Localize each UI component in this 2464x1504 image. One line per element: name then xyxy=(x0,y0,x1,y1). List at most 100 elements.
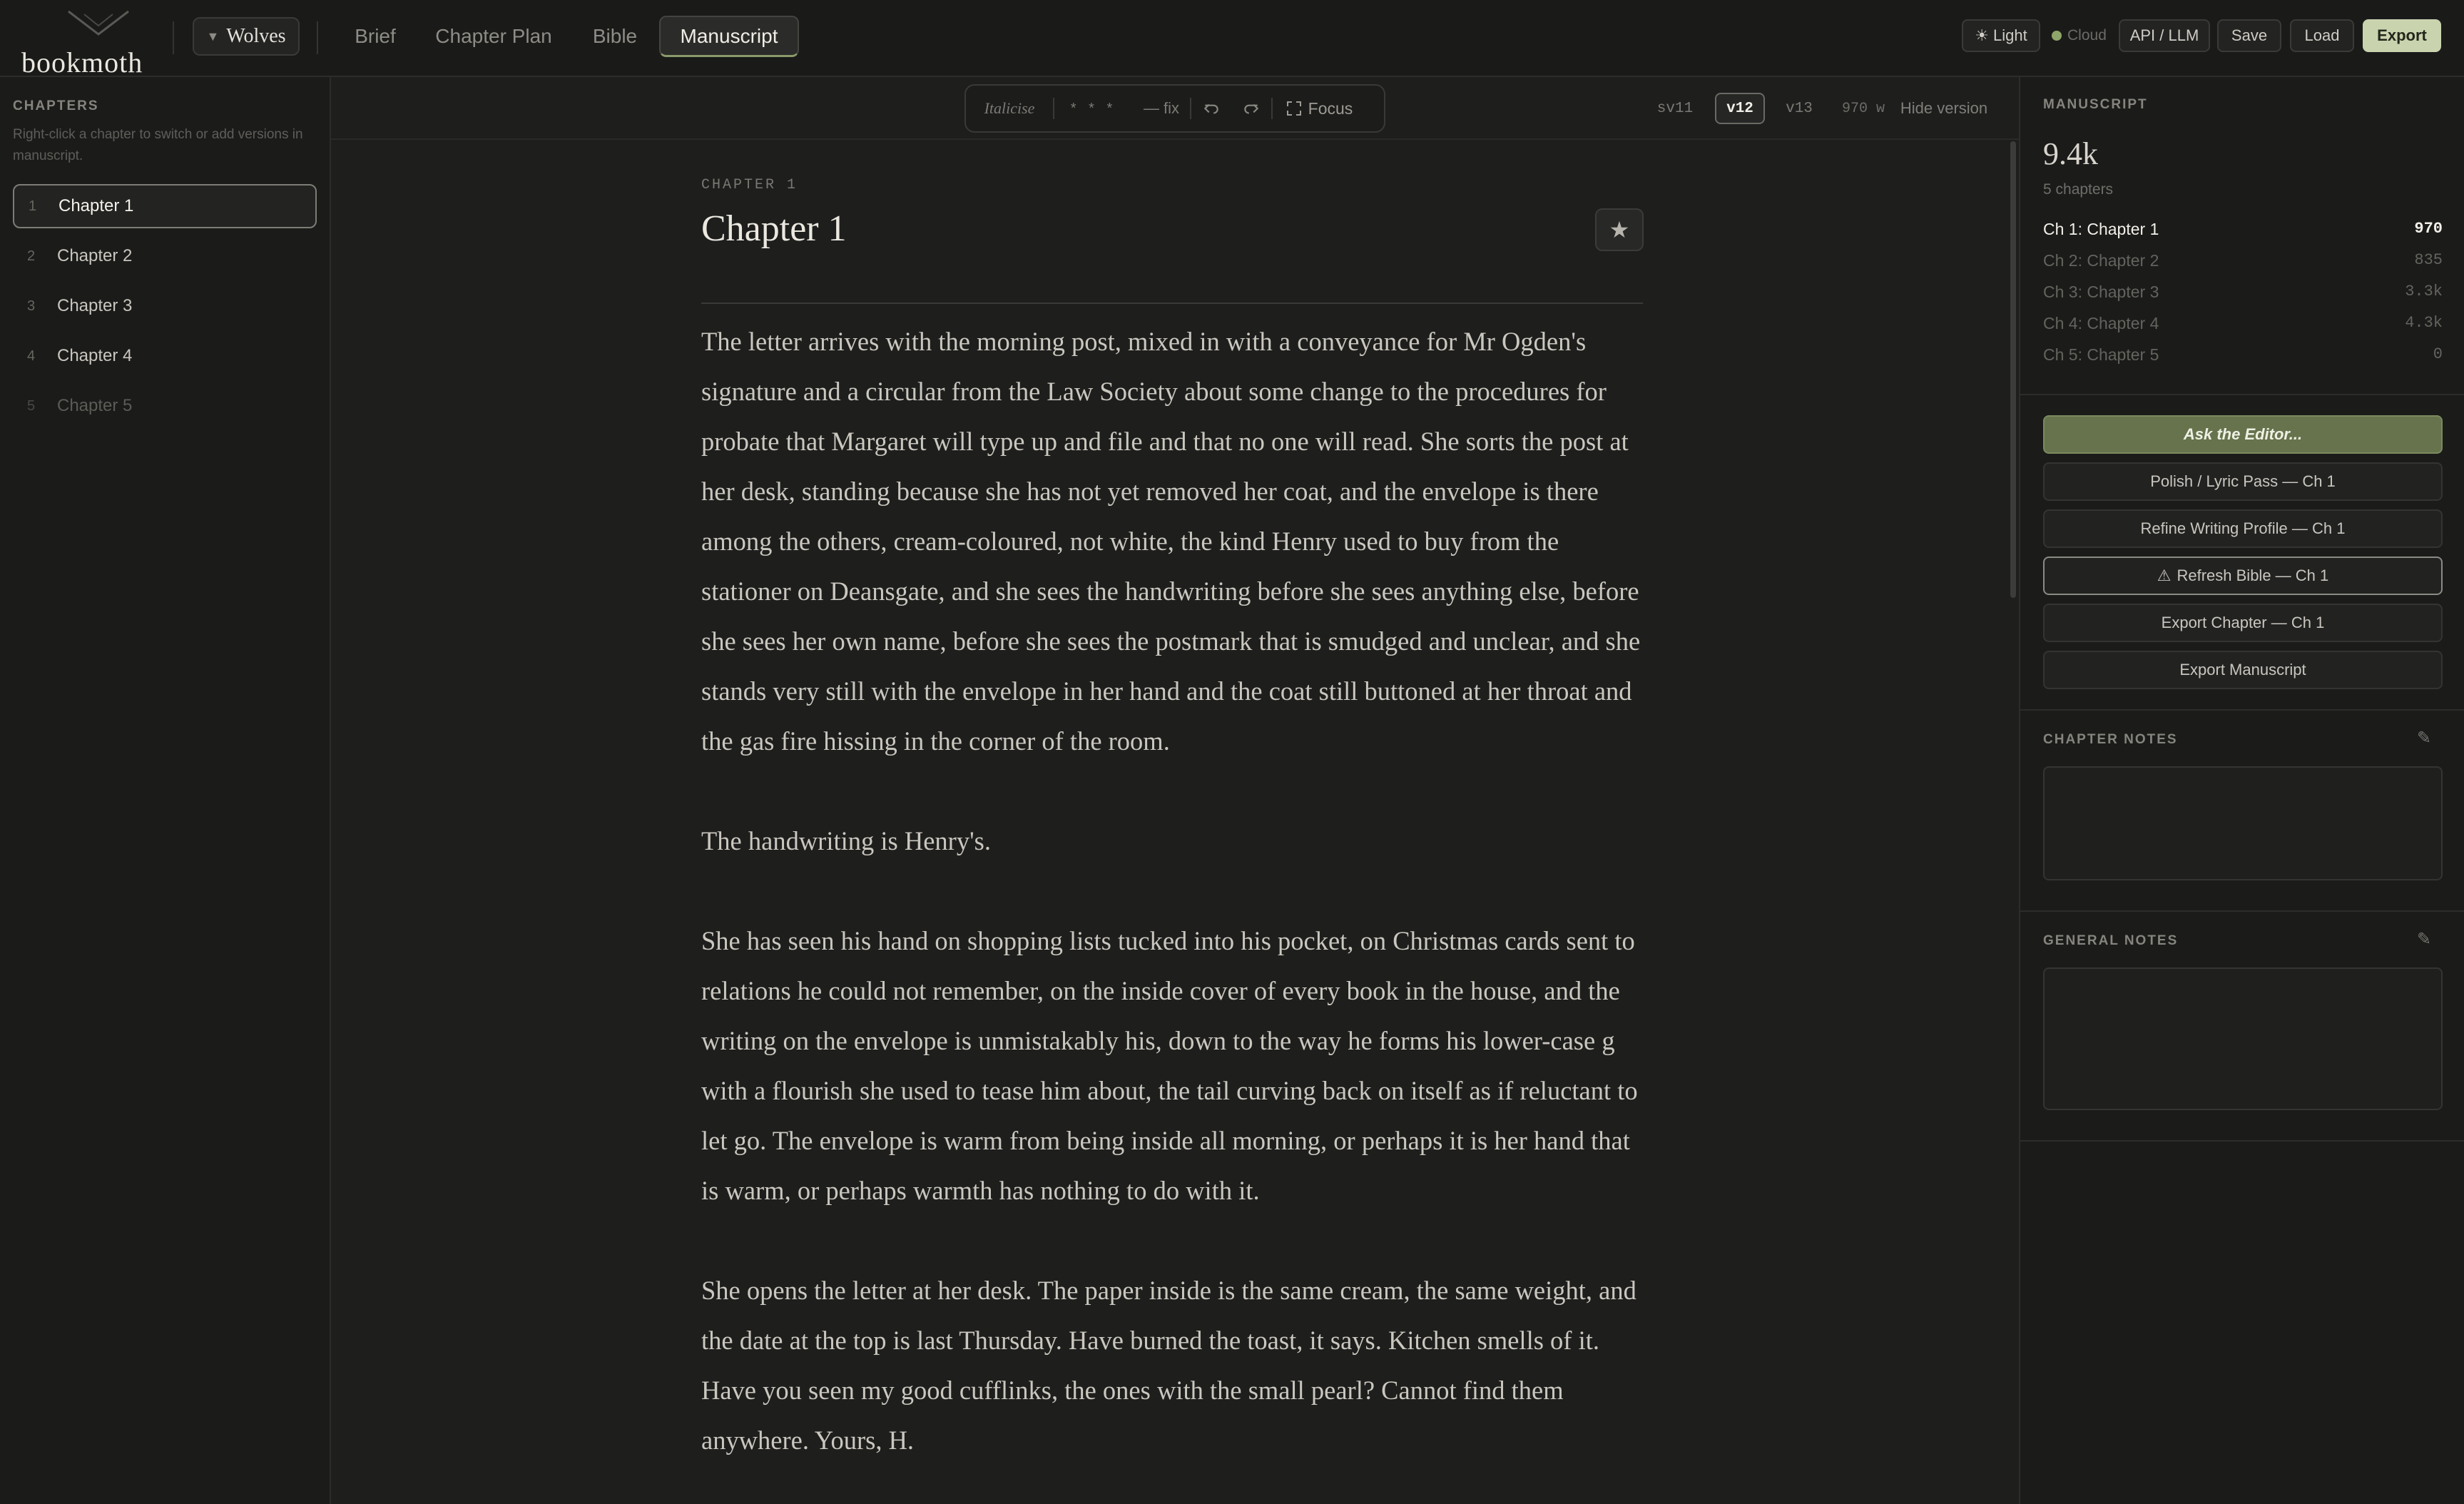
divider xyxy=(173,21,174,54)
logo-mark-icon xyxy=(68,10,129,36)
hide-version-button[interactable]: Hide version xyxy=(1898,93,1990,124)
chapter-stat-label: Ch 4: Chapter 4 xyxy=(2043,314,2159,332)
refresh-bible-button[interactable]: ⚠ Refresh Bible — Ch 1 xyxy=(2043,557,2443,595)
chapter-number: 4 xyxy=(27,347,36,364)
theme-toggle-button[interactable]: ☀ Light xyxy=(1962,19,2040,52)
export-button[interactable]: Export xyxy=(2363,19,2441,52)
polish-pass-button[interactable]: Polish / Lyric Pass — Ch 1 xyxy=(2043,462,2443,501)
app-logo[interactable]: bookmoth xyxy=(16,6,151,78)
redo-button[interactable] xyxy=(1231,84,1271,133)
editor-area: Italicise * * * — fix Focus sv11 v12 v13… xyxy=(331,77,2019,1504)
chapter-notes-title: CHAPTER NOTES xyxy=(2043,732,2178,747)
top-bar: bookmoth ▼ Wolves Brief Chapter Plan Bib… xyxy=(0,0,2464,78)
chapter-stat-label: Ch 2: Chapter 2 xyxy=(2043,251,2159,270)
divider xyxy=(2020,709,2464,711)
refine-profile-button[interactable]: Refine Writing Profile — Ch 1 xyxy=(2043,509,2443,548)
undo-button[interactable] xyxy=(1191,84,1231,133)
sidebar-item-chapter-3[interactable]: 3 Chapter 3 xyxy=(13,284,317,328)
divider xyxy=(2020,910,2464,912)
load-button[interactable]: Load xyxy=(2290,19,2354,52)
chapters-sidebar: CHAPTERS Right-click a chapter to switch… xyxy=(0,77,331,1504)
project-name: Wolves xyxy=(226,25,286,47)
export-chapter-button[interactable]: Export Chapter — Ch 1 xyxy=(2043,604,2443,642)
star-button[interactable]: ★ xyxy=(1595,208,1644,251)
cloud-status[interactable]: Cloud xyxy=(2052,19,2107,52)
total-word-count: 9.4k xyxy=(2043,136,2098,171)
format-toolbar: Italicise * * * — fix Focus xyxy=(964,84,1385,133)
divider xyxy=(2020,1140,2464,1142)
scene-break-button[interactable]: * * * xyxy=(1054,84,1133,133)
star-icon: ★ xyxy=(1609,217,1630,243)
logo-text: bookmoth xyxy=(21,46,143,78)
panel-title: MANUSCRIPT xyxy=(2043,97,2148,112)
editor-scrollbar[interactable] xyxy=(2010,141,2016,598)
chapter-stat-row[interactable]: Ch 3: Chapter 3 3.3k xyxy=(2043,283,2443,302)
cloud-status-label: Cloud xyxy=(2067,27,2107,44)
chapter-stat-value: 970 xyxy=(2414,220,2443,238)
word-count: 970 w xyxy=(1841,100,1885,117)
cloud-status-dot xyxy=(2052,31,2062,41)
focus-button[interactable]: Focus xyxy=(1273,84,1365,133)
api-llm-button[interactable]: API / LLM xyxy=(2119,19,2210,52)
pencil-icon[interactable]: ✎ xyxy=(2417,929,2431,950)
chapter-stat-label: Ch 1: Chapter 1 xyxy=(2043,220,2159,238)
sidebar-title: CHAPTERS xyxy=(13,98,99,113)
paragraph[interactable]: She opens the letter at her desk. The pa… xyxy=(701,1266,1650,1465)
version-v12[interactable]: v12 xyxy=(1715,93,1765,124)
chapter-label: Chapter 3 xyxy=(57,296,133,315)
chapter-number: 2 xyxy=(27,248,36,264)
italicise-button[interactable]: Italicise xyxy=(966,84,1053,133)
chapter-number: 5 xyxy=(27,397,36,414)
chapter-number: 3 xyxy=(27,298,36,314)
paragraph[interactable]: The letter arrives with the morning post… xyxy=(701,317,1650,766)
chapter-stat-row[interactable]: Ch 2: Chapter 2 835 xyxy=(2043,251,2443,270)
version-sv11[interactable]: sv11 xyxy=(1652,93,1698,124)
editor-toolbar: Italicise * * * — fix Focus sv11 v12 v13… xyxy=(331,77,2019,140)
tab-chapter-plan[interactable]: Chapter Plan xyxy=(424,16,564,57)
chapter-label: Chapter 5 xyxy=(57,396,133,415)
paragraph[interactable]: The handwriting is Henry's. xyxy=(701,816,1650,866)
manuscript-text[interactable]: The letter arrives with the morning post… xyxy=(701,317,1650,1504)
chapter-title[interactable]: Chapter 1 xyxy=(701,208,1643,250)
chapter-stat-label: Ch 5: Chapter 5 xyxy=(2043,345,2159,364)
tab-manuscript[interactable]: Manuscript xyxy=(659,16,799,57)
manuscript-page: CHAPTER 1 Chapter 1 ★ xyxy=(701,177,1644,304)
chapter-stat-row[interactable]: Ch 5: Chapter 5 0 xyxy=(2043,345,2443,365)
general-notes-field[interactable] xyxy=(2043,967,2443,1110)
chapter-stat-row[interactable]: Ch 1: Chapter 1 970 xyxy=(2043,220,2443,239)
sun-icon: ☀ xyxy=(1975,26,1989,44)
pencil-icon[interactable]: ✎ xyxy=(2417,728,2431,748)
chapter-stat-value: 4.3k xyxy=(2405,314,2443,332)
sidebar-item-chapter-2[interactable]: 2 Chapter 2 xyxy=(13,234,317,278)
focus-label: Focus xyxy=(1308,98,1353,118)
export-manuscript-button[interactable]: Export Manuscript xyxy=(2043,651,2443,689)
sidebar-item-chapter-4[interactable]: 4 Chapter 4 xyxy=(13,334,317,378)
app-root: bookmoth ▼ Wolves Brief Chapter Plan Bib… xyxy=(0,0,2464,1504)
version-v13[interactable]: v13 xyxy=(1779,93,1819,124)
paragraph[interactable]: She has seen his hand on shopping lists … xyxy=(701,916,1650,1216)
sidebar-hint: Right-click a chapter to switch or add v… xyxy=(13,127,303,163)
project-switcher[interactable]: ▼ Wolves xyxy=(193,17,300,56)
sidebar-item-chapter-1[interactable]: 1 Chapter 1 xyxy=(13,184,317,228)
divider xyxy=(2020,394,2464,395)
chapter-stat-row[interactable]: Ch 4: Chapter 4 4.3k xyxy=(2043,314,2443,333)
general-notes-title: GENERAL NOTES xyxy=(2043,933,2179,948)
chapter-number: 1 xyxy=(29,198,37,214)
tab-brief[interactable]: Brief xyxy=(341,16,409,57)
theme-toggle-label: Light xyxy=(1993,26,2027,44)
chapter-stat-value: 0 xyxy=(2433,345,2443,363)
chapter-label: Chapter 4 xyxy=(57,346,133,365)
chapter-stat-label: Ch 3: Chapter 3 xyxy=(2043,283,2159,301)
save-button[interactable]: Save xyxy=(2217,19,2281,52)
title-divider xyxy=(701,303,1643,304)
chapter-notes-field[interactable] xyxy=(2043,766,2443,880)
chapter-label: Chapter 1 xyxy=(58,196,134,215)
ask-editor-button[interactable]: Ask the Editor... xyxy=(2043,415,2443,454)
chapter-stat-value: 3.3k xyxy=(2405,283,2443,300)
chapter-label: Chapter 2 xyxy=(57,246,133,265)
chapter-kicker: CHAPTER 1 xyxy=(701,177,798,193)
sidebar-item-chapter-5[interactable]: 5 Chapter 5 xyxy=(13,384,317,428)
dash-fix-button[interactable]: — fix xyxy=(1133,84,1190,133)
chapter-count: 5 chapters xyxy=(2043,181,2114,198)
tab-bible[interactable]: Bible xyxy=(579,16,651,57)
